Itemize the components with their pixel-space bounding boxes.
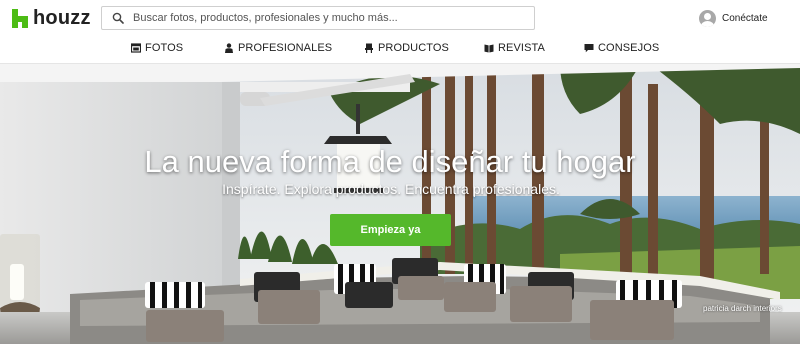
nav-item-productos[interactable]: PRODUCTOS: [364, 40, 449, 56]
search-box[interactable]: [101, 6, 535, 30]
nav-item-profesionales[interactable]: PROFESIONALES: [224, 40, 332, 56]
get-started-button[interactable]: Empieza ya: [330, 214, 451, 246]
houzz-logo-icon: [12, 8, 28, 28]
nav-item-revista[interactable]: REVISTA: [484, 40, 545, 56]
main-nav: FOTOS PROFESIONALES PRODUCTOS REVISTA CO…: [0, 40, 800, 56]
login-button[interactable]: Conéctate: [699, 9, 768, 27]
nav-label: FOTOS: [145, 42, 184, 54]
nav-item-consejos[interactable]: CONSEJOS: [584, 40, 659, 56]
nav-label: REVISTA: [498, 42, 545, 54]
nav-label: PRODUCTOS: [378, 42, 449, 54]
hero-background-image: [0, 64, 800, 344]
hero-title: La nueva forma de diseñar tu hogar: [144, 144, 636, 179]
logo-text: houzz: [33, 6, 91, 29]
houzz-logo[interactable]: houzz: [12, 6, 91, 30]
magazine-icon: [484, 44, 494, 53]
hero-subtitle: Inspírate. Explora productos. Encuentra …: [222, 181, 560, 197]
photo-icon: [131, 43, 141, 53]
professional-icon: [225, 43, 233, 53]
photo-credit[interactable]: patricia darch interiors: [703, 304, 782, 313]
login-label: Conéctate: [722, 12, 768, 24]
nav-label: CONSEJOS: [598, 42, 660, 54]
site-header: houzz Conéctate FOTOS PROFESIONALES: [0, 0, 800, 64]
search-icon: [112, 12, 124, 24]
hero-banner: La nueva forma de diseñar tu hogar Inspí…: [0, 64, 800, 344]
advice-icon: [584, 44, 594, 53]
nav-item-fotos[interactable]: FOTOS: [131, 40, 183, 56]
user-avatar-icon: [699, 9, 716, 27]
search-input[interactable]: [133, 12, 523, 24]
nav-label: PROFESIONALES: [238, 42, 333, 54]
product-icon: [365, 43, 373, 53]
